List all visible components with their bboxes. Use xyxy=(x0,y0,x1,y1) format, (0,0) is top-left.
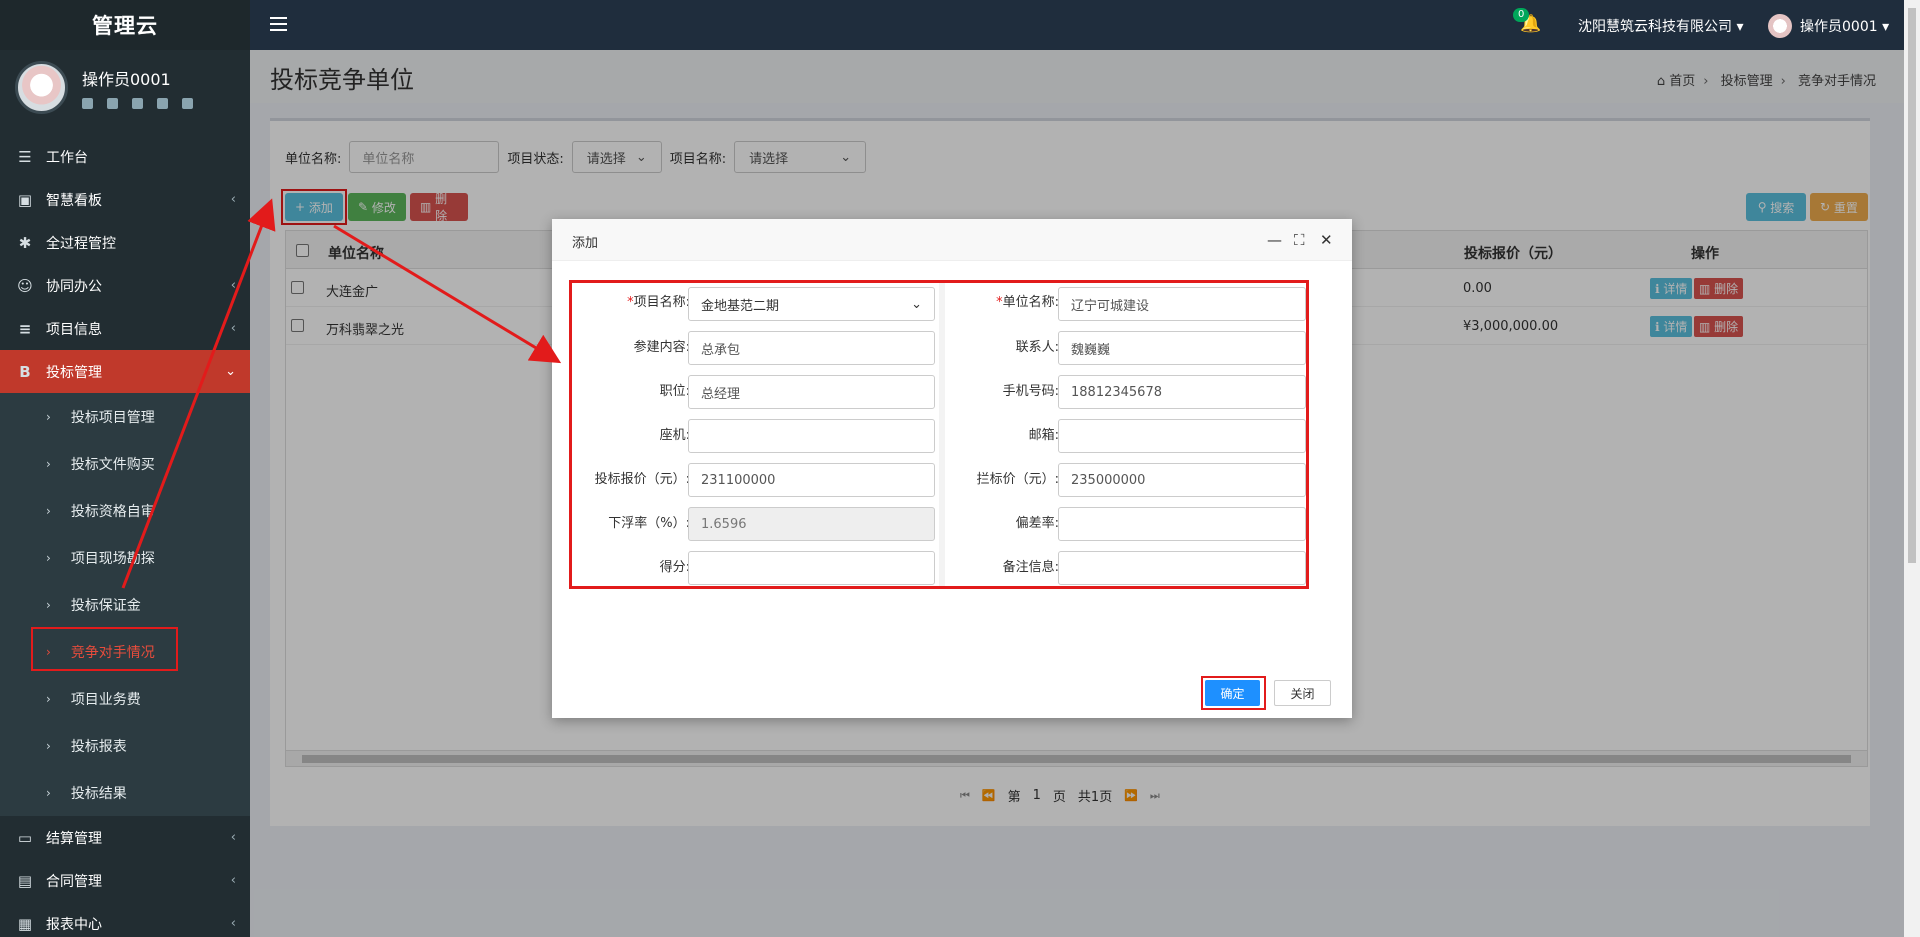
close-icon[interactable]: ✕ xyxy=(1320,231,1333,249)
file-icon: ▤ xyxy=(17,871,33,890)
top-header: 🔔 0 沈阳慧筑云科技有限公司 ▾ 操作员0001 ▾ xyxy=(250,0,1904,50)
sub-label: 投标报表 xyxy=(70,738,127,755)
sub-label: 投标文件购买 xyxy=(70,456,155,473)
monitor-icon: ▭ xyxy=(17,828,33,847)
list-icon: ≡ xyxy=(18,319,32,338)
sub-item-bid-purchase[interactable]: › 投标文件购买 xyxy=(0,440,250,487)
maximize-icon[interactable]: ⛶ xyxy=(1294,231,1305,249)
avatar[interactable] xyxy=(1768,14,1792,38)
asterisk-icon: ✱ xyxy=(18,233,32,252)
dashboard-icon: ▣ xyxy=(17,190,33,209)
sub-label: 投标保证金 xyxy=(70,597,141,614)
sub-label: 投标资格自审 xyxy=(70,503,155,520)
hamburger-icon[interactable] xyxy=(270,17,287,31)
chevron-left-icon: ‹ xyxy=(230,192,236,207)
chevron-right-icon: › xyxy=(46,691,51,706)
user-icon[interactable] xyxy=(82,98,93,109)
minimize-icon[interactable]: — xyxy=(1267,231,1282,249)
sub-item-bid-bond[interactable]: › 投标保证金 xyxy=(0,581,250,628)
chevron-left-icon: ‹ xyxy=(230,873,236,888)
card-icon[interactable] xyxy=(107,98,118,109)
chevron-right-icon: › xyxy=(46,503,51,518)
nav-item-settlement[interactable]: ▭ 结算管理 ‹ xyxy=(0,816,250,859)
chevron-left-icon: ‹ xyxy=(230,916,236,931)
annotation-box xyxy=(1201,676,1266,710)
avatar xyxy=(15,61,68,114)
nav-label: 报表中心 xyxy=(46,916,102,933)
chevron-right-icon: › xyxy=(46,550,51,565)
nav-item-workbench[interactable]: ☰ 工作台 xyxy=(0,135,250,178)
sub-label: 投标结果 xyxy=(70,785,127,802)
edit-icon[interactable] xyxy=(132,98,143,109)
nav-label: 项目信息 xyxy=(46,321,102,338)
sub-item-bid-result[interactable]: › 投标结果 xyxy=(0,769,250,816)
sub-item-bid-qualification[interactable]: › 投标资格自审 xyxy=(0,487,250,534)
chevron-left-icon: ‹ xyxy=(230,278,236,293)
table-icon: ▦ xyxy=(17,914,33,933)
chevron-right-icon: › xyxy=(46,738,51,753)
users-icon: ☺ xyxy=(17,276,33,295)
scrollbar-thumb[interactable] xyxy=(1908,8,1916,563)
sub-label: 投标项目管理 xyxy=(70,409,155,426)
sub-item-business-fee[interactable]: › 项目业务费 xyxy=(0,675,250,722)
logout-icon[interactable] xyxy=(182,98,193,109)
notification-badge: 0 xyxy=(1513,8,1530,22)
sidebar: 管理云 操作员0001 ☰ 工作台 ▣ 智慧看板 ‹ ✱ 全过程管控 ☺ 协同办… xyxy=(0,0,250,937)
add-dialog: 添加 — ⛶ ✕ *项目名称: 金地基范二期 ⌄ 参建内容: 总承包 职位: 总经… xyxy=(552,219,1352,718)
nav-item-contract[interactable]: ▤ 合同管理 ‹ xyxy=(0,859,250,902)
sub-item-site-survey[interactable]: › 项目现场勘探 xyxy=(0,534,250,581)
bitcoin-icon: B xyxy=(19,362,31,381)
sub-label: 项目现场勘探 xyxy=(70,550,155,567)
page-scrollbar[interactable] xyxy=(1904,0,1920,937)
company-name: 沈阳慧筑云科技有限公司 xyxy=(1578,19,1732,35)
brand-logo: 管理云 xyxy=(0,0,250,50)
dialog-title: 添加 xyxy=(572,236,599,251)
nav-label: 工作台 xyxy=(46,149,88,166)
nav-label: 全过程管控 xyxy=(46,235,116,252)
sub-label: 项目业务费 xyxy=(70,691,141,708)
annotation-box xyxy=(31,627,178,671)
nav-label: 投标管理 xyxy=(46,364,102,381)
chevron-left-icon: ‹ xyxy=(230,830,236,845)
chevron-left-icon: ‹ xyxy=(230,321,236,336)
sub-item-bid-report[interactable]: › 投标报表 xyxy=(0,722,250,769)
nav-item-report[interactable]: ▦ 报表中心 ‹ xyxy=(0,902,250,937)
nav-item-office[interactable]: ☺ 协同办公 ‹ xyxy=(0,264,250,307)
chevron-right-icon: › xyxy=(46,456,51,471)
nav-item-bid-management[interactable]: B 投标管理 ⌄ xyxy=(0,350,250,393)
caret-down-icon: ▾ xyxy=(1882,19,1890,35)
nav-item-process[interactable]: ✱ 全过程管控 xyxy=(0,221,250,264)
sub-item-bid-project[interactable]: › 投标项目管理 xyxy=(0,393,250,440)
annotation-box xyxy=(569,280,1309,589)
nav-label: 智慧看板 xyxy=(46,192,102,209)
close-button[interactable]: 关闭 xyxy=(1274,680,1331,706)
submenu-bid: › 投标项目管理 › 投标文件购买 › 投标资格自审 › 项目现场勘探 › 投标保证金 ›… xyxy=(0,393,250,816)
key-icon[interactable] xyxy=(157,98,168,109)
user-menu[interactable]: 操作员0001 ▾ xyxy=(1800,16,1889,36)
company-dropdown[interactable]: 沈阳慧筑云科技有限公司 ▾ xyxy=(1578,16,1743,36)
chevron-right-icon: › xyxy=(46,597,51,612)
desktop-icon: ☰ xyxy=(18,147,32,166)
nav-label: 结算管理 xyxy=(46,830,102,847)
nav-item-dashboard[interactable]: ▣ 智慧看板 ‹ xyxy=(0,178,250,221)
caret-down-icon: ▾ xyxy=(1736,19,1744,35)
nav-item-project-info[interactable]: ≡ 项目信息 ‹ xyxy=(0,307,250,350)
user-menu-name: 操作员0001 xyxy=(1800,19,1878,35)
chevron-right-icon: › xyxy=(46,785,51,800)
nav-label: 协同办公 xyxy=(46,278,102,295)
chevron-right-icon: › xyxy=(46,409,51,424)
nav-label: 合同管理 xyxy=(46,873,102,890)
user-tools xyxy=(82,98,193,109)
user-panel: 操作员0001 xyxy=(0,50,250,125)
user-name: 操作员0001 xyxy=(82,70,171,89)
dialog-header: 添加 — ⛶ ✕ xyxy=(552,219,1352,261)
chevron-down-icon: ⌄ xyxy=(225,364,236,379)
